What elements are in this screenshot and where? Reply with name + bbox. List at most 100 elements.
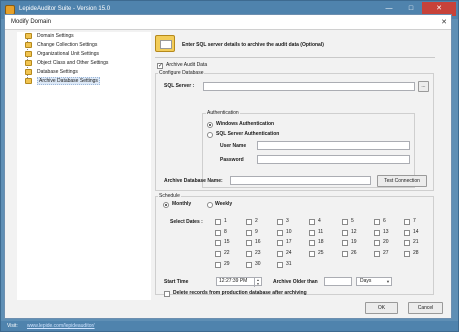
date-checkbox[interactable]	[277, 219, 283, 225]
date-checkbox[interactable]	[277, 262, 283, 268]
date-label: 12	[351, 229, 357, 235]
date-label: 31	[286, 261, 292, 267]
date-checkbox[interactable]	[277, 240, 283, 246]
date-checkbox[interactable]	[246, 230, 252, 236]
start-time-label: Start Time	[164, 279, 189, 285]
archive-db-name-input[interactable]	[230, 176, 371, 185]
date-label: 21	[413, 239, 419, 245]
sql-server-label: SQL Server :	[164, 83, 195, 89]
date-label: 30	[255, 261, 261, 267]
password-label: Password	[220, 157, 244, 163]
tree-item-label: Change Collection Settings	[37, 42, 98, 48]
date-label: 17	[286, 239, 292, 245]
archive-audit-data-checkbox[interactable]	[157, 62, 163, 69]
date-checkbox[interactable]	[309, 219, 315, 225]
date-checkbox[interactable]	[215, 251, 221, 257]
test-connection-button[interactable]: Test Connection	[377, 175, 427, 187]
date-checkbox[interactable]	[404, 230, 410, 236]
folder-icon	[25, 51, 32, 57]
delete-records-checkbox[interactable]	[164, 291, 170, 297]
date-checkbox[interactable]	[215, 219, 221, 225]
date-label: 1	[224, 218, 227, 224]
weekly-label: Weekly	[215, 201, 233, 207]
date-label: 2	[255, 218, 258, 224]
browse-sql-button[interactable]: ...	[418, 81, 429, 92]
configure-database-heading: Configure Database	[158, 70, 205, 77]
date-checkbox[interactable]	[309, 251, 315, 257]
date-checkbox[interactable]	[404, 240, 410, 246]
windows-auth-radio[interactable]	[207, 122, 213, 128]
select-dates-label: Select Dates :	[170, 219, 203, 225]
tree-item-label: Organizational Unit Settings	[37, 51, 99, 57]
date-label: 9	[255, 229, 258, 235]
date-checkbox[interactable]	[309, 240, 315, 246]
folder-icon	[25, 60, 32, 66]
date-checkbox[interactable]	[374, 230, 380, 236]
date-checkbox[interactable]	[342, 251, 348, 257]
date-label: 10	[286, 229, 292, 235]
monthly-radio[interactable]	[163, 202, 169, 208]
date-checkbox[interactable]	[215, 262, 221, 268]
date-checkbox[interactable]	[246, 251, 252, 257]
date-checkbox[interactable]	[246, 219, 252, 225]
date-label: 23	[255, 250, 261, 256]
website-link[interactable]: www.lepide.com/lepideauditor/	[27, 323, 95, 329]
date-label: 11	[318, 229, 324, 235]
date-label: 19	[351, 239, 357, 245]
date-label: 6	[383, 218, 386, 224]
dialog-close-icon[interactable]: ✕	[441, 18, 447, 26]
folder-icon	[25, 78, 32, 84]
date-label: 28	[413, 250, 419, 256]
folder-icon	[25, 33, 32, 39]
date-checkbox[interactable]	[342, 219, 348, 225]
time-spinner-icon[interactable]: ▲ ▼	[254, 278, 261, 287]
date-checkbox[interactable]	[404, 219, 410, 225]
tree-item-label: Domain Settings	[37, 33, 74, 39]
dialog-title-bar: Modify Domain ✕	[5, 15, 451, 30]
date-label: 5	[351, 218, 354, 224]
date-checkbox[interactable]	[342, 230, 348, 236]
date-checkbox[interactable]	[246, 262, 252, 268]
date-label: 15	[224, 239, 230, 245]
panel-banner: Enter SQL server details to archive the …	[182, 42, 324, 48]
date-checkbox[interactable]	[309, 230, 315, 236]
date-checkbox[interactable]	[215, 230, 221, 236]
password-input[interactable]	[257, 155, 410, 164]
sql-auth-label: SQL Server Authentication	[216, 131, 280, 137]
date-checkbox[interactable]	[246, 240, 252, 246]
date-checkbox[interactable]	[277, 251, 283, 257]
sql-auth-radio[interactable]	[207, 132, 213, 138]
date-checkbox[interactable]	[404, 251, 410, 257]
dialog-title: Modify Domain	[11, 19, 52, 25]
date-label: 20	[383, 239, 389, 245]
date-label: 24	[286, 250, 292, 256]
date-label: 16	[255, 239, 261, 245]
archive-db-name-label: Archive Database Name:	[164, 178, 223, 184]
ok-button[interactable]: OK	[365, 302, 398, 314]
older-than-input[interactable]	[324, 277, 352, 286]
date-checkbox[interactable]	[374, 219, 380, 225]
date-checkbox[interactable]	[374, 240, 380, 246]
folder-icon	[25, 69, 32, 75]
archive-settings-panel: Enter SQL server details to archive the …	[152, 32, 437, 302]
authentication-heading: Authentication	[206, 110, 240, 117]
date-checkbox[interactable]	[277, 230, 283, 236]
app-title: LepideAuditor Suite - Version 15.0	[19, 6, 111, 12]
date-label: 7	[413, 218, 416, 224]
date-label: 13	[383, 229, 389, 235]
date-label: 22	[224, 250, 230, 256]
weekly-radio[interactable]	[207, 202, 213, 208]
date-label: 18	[318, 239, 324, 245]
date-checkbox[interactable]	[342, 240, 348, 246]
date-checkbox[interactable]	[374, 251, 380, 257]
cancel-button[interactable]: Cancel	[408, 302, 443, 314]
start-time-value: 12:27:39 PM	[219, 278, 248, 284]
sql-server-input[interactable]	[203, 82, 415, 91]
older-than-unit-select[interactable]: Days ▼	[356, 277, 392, 286]
older-than-label: Archive Older than	[273, 279, 318, 285]
status-label: Visit:	[7, 323, 18, 329]
start-time-input[interactable]: 12:27:39 PM ▲ ▼	[216, 277, 262, 287]
username-input[interactable]	[257, 141, 410, 150]
date-checkbox[interactable]	[215, 240, 221, 246]
chevron-down-icon: ▼	[386, 279, 390, 284]
